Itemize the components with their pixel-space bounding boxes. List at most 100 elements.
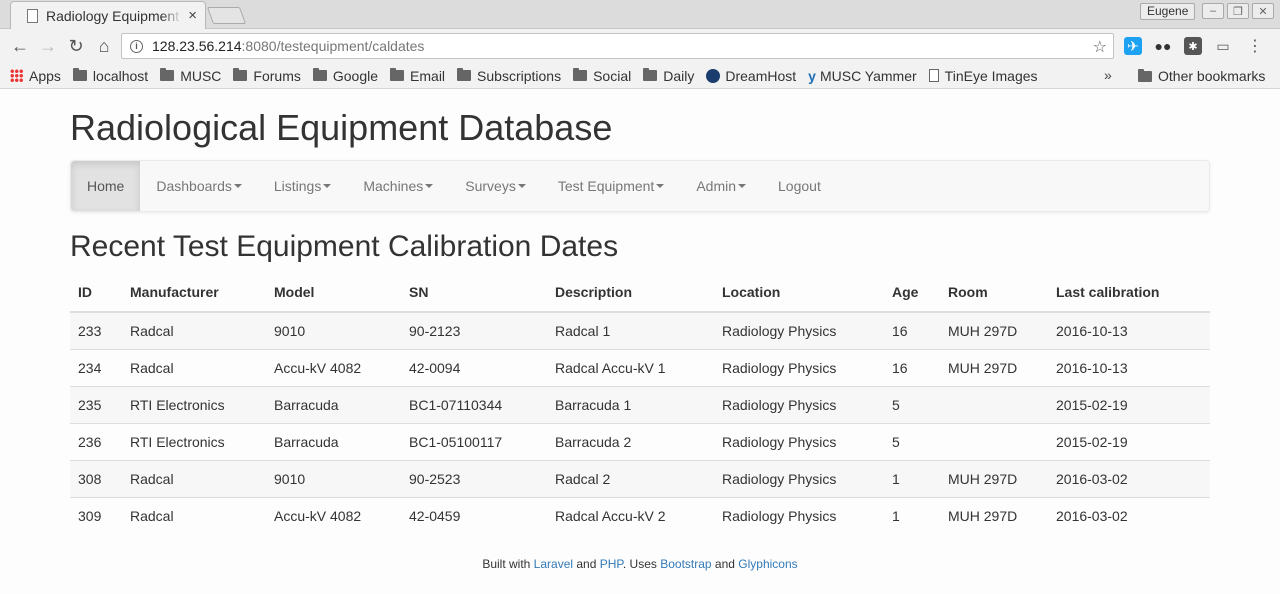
window-close-icon[interactable]: ✕: [1252, 3, 1274, 19]
header-last-calibration: Last calibration: [1048, 273, 1210, 313]
bookmark-dreamhost[interactable]: DreamHost: [706, 68, 796, 84]
bookmark-subscriptions[interactable]: Subscriptions: [457, 68, 561, 84]
folder-icon: [643, 68, 658, 81]
address-bar[interactable]: i 128.23.56.214:8080/testequipment/calda…: [121, 33, 1114, 59]
glasses-extension-icon[interactable]: ●●: [1152, 35, 1174, 57]
nav-test-equipment[interactable]: Test Equipment: [542, 161, 681, 211]
cell-sn: 90-2123: [401, 312, 547, 349]
bookmark-label: Forums: [253, 67, 301, 84]
browser-toolbar: ← → ↻ ⌂ i 128.23.56.214:8080/testequipme…: [0, 29, 1280, 63]
bookmark-label: Email: [410, 67, 446, 84]
forward-icon[interactable]: →: [34, 32, 62, 60]
close-icon[interactable]: ×: [188, 7, 197, 24]
folder-icon: [72, 68, 87, 81]
bookmark-localhost[interactable]: localhost: [72, 67, 149, 84]
cell-manufacturer: Radcal: [122, 348, 266, 386]
bookmark-social[interactable]: Social: [573, 68, 631, 84]
nav-label: Admin: [696, 178, 737, 194]
header-id: ID: [70, 273, 122, 313]
cell-last-calibration: 2016-10-13: [1048, 312, 1210, 349]
info-icon[interactable]: i: [130, 39, 143, 53]
nav-label: Listings: [273, 178, 322, 194]
browser-tab[interactable]: Radiology Equipment ×: [10, 1, 206, 29]
nav-admin[interactable]: Admin: [680, 161, 762, 211]
bookmark-label: localhost: [92, 67, 149, 84]
laravel-link[interactable]: Laravel: [534, 557, 573, 571]
profile-button[interactable]: Eugene: [1140, 3, 1196, 20]
page-footer: Built with Laravel and PHP. Uses Bootstr…: [0, 557, 1280, 571]
cell-last-calibration: 2016-10-13: [1048, 348, 1210, 386]
cell-location: Radiology Physics: [714, 422, 884, 460]
caret-down-icon: [517, 184, 526, 188]
cell-location: Radiology Physics: [714, 385, 884, 423]
bookmark-daily[interactable]: Daily: [643, 68, 694, 84]
cell-manufacturer: Radcal: [122, 459, 266, 497]
cell-description: Radcal 2: [547, 459, 714, 497]
cast-icon[interactable]: ▭: [1212, 35, 1234, 57]
cell-description: Radcal 1: [547, 312, 714, 349]
folder-icon: [457, 68, 472, 81]
more-bookmarks-icon[interactable]: »: [1104, 67, 1112, 83]
cell-location: Radiology Physics: [714, 496, 884, 534]
cell-model: Accu-kV 4082: [266, 496, 401, 534]
bootstrap-link[interactable]: Bootstrap: [660, 557, 711, 571]
bookmark-label: Daily: [663, 67, 695, 84]
reload-icon[interactable]: ↻: [62, 32, 90, 60]
cell-model: 9010: [266, 459, 401, 497]
cell-manufacturer: Radcal: [122, 312, 266, 349]
cell-last-calibration: 2016-03-02: [1048, 459, 1210, 497]
footer-text: and: [711, 557, 739, 571]
bookmark-tineye[interactable]: TinEye Images: [928, 68, 1038, 84]
cell-room: MUH 297D: [940, 496, 1048, 534]
nav-home[interactable]: Home: [71, 161, 141, 211]
nav-listings[interactable]: Listings: [258, 161, 347, 211]
other-bookmarks[interactable]: Other bookmarks: [1138, 68, 1277, 84]
nav-machines[interactable]: Machines: [347, 161, 449, 211]
cell-sn: 42-0459: [401, 496, 547, 534]
bookmark-email[interactable]: Email: [390, 68, 445, 84]
section-title: Recent Test Equipment Calibration Dates: [70, 230, 619, 263]
password-extension-icon[interactable]: ✱: [1184, 37, 1202, 55]
cell-last-calibration: 2015-02-19: [1048, 385, 1210, 423]
table-row: 308 Radcal 9010 90-2523 Radcal 2 Radiology Ph…: [70, 459, 1210, 497]
table-row: 309 Radcal Accu-kV 4082 42-0459 Radcal Accu-…: [70, 496, 1210, 534]
cell-id: 309: [70, 496, 122, 534]
cell-description: Radcal Accu-kV 2: [547, 496, 714, 534]
home-icon[interactable]: ⌂: [90, 32, 118, 60]
cell-room: [940, 422, 1048, 460]
bookmark-musc[interactable]: MUSC: [160, 68, 221, 84]
restore-icon[interactable]: ❐: [1227, 3, 1249, 19]
bookmark-star-icon[interactable]: ☆: [1093, 37, 1107, 57]
php-link[interactable]: PHP: [600, 557, 623, 571]
bookmark-google[interactable]: Google: [312, 68, 378, 84]
cell-description: Barracuda 1: [547, 385, 714, 423]
cell-id: 234: [70, 348, 122, 386]
bookmark-apps[interactable]: Apps: [10, 68, 61, 84]
minimize-icon[interactable]: –: [1202, 3, 1224, 19]
caret-down-icon: [656, 184, 665, 188]
cell-model: 9010: [266, 312, 401, 349]
cell-room: MUH 297D: [940, 348, 1048, 386]
new-tab-button[interactable]: [206, 7, 247, 24]
main-navbar: Home Dashboards Listings Machines Survey…: [70, 160, 1210, 212]
nav-surveys[interactable]: Surveys: [449, 161, 542, 211]
kebab-menu-icon[interactable]: ⋮: [1244, 35, 1266, 57]
cell-sn: 42-0094: [401, 348, 547, 386]
cell-last-calibration: 2016-03-02: [1048, 496, 1210, 534]
nav-logout[interactable]: Logout: [762, 161, 837, 211]
nav-label: Home: [87, 178, 125, 194]
cell-location: Radiology Physics: [714, 312, 884, 349]
caret-down-icon: [323, 184, 332, 188]
apps-icon: [10, 69, 23, 82]
cell-sn: 90-2523: [401, 459, 547, 497]
cell-id: 235: [70, 385, 122, 423]
cell-manufacturer: RTI Electronics: [122, 385, 266, 423]
bookmark-label: DreamHost: [725, 67, 797, 84]
bookmark-forums[interactable]: Forums: [233, 67, 301, 84]
bookmark-musc-yammer[interactable]: y MUSC Yammer: [808, 68, 917, 84]
glyphicons-link[interactable]: Glyphicons: [738, 557, 797, 571]
back-icon[interactable]: ←: [6, 32, 34, 60]
twitter-extension-icon[interactable]: ✈: [1124, 37, 1142, 55]
page-icon: [27, 8, 38, 23]
nav-dashboards[interactable]: Dashboards: [140, 161, 258, 211]
